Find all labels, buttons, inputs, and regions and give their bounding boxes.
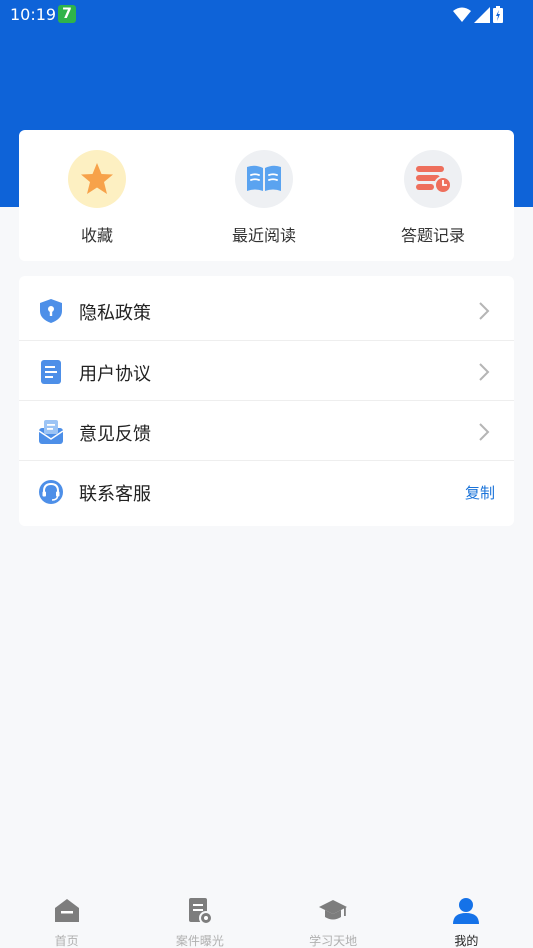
answer-records-label: 答题记录 [400,226,465,245]
menu-item-customer-service[interactable]: 联系客服 复制 [19,460,514,520]
bottom-tab-bar: 首页 案件曝光 学习天地 我的 [0,888,533,948]
tab-label: 首页 [54,934,79,948]
quick-actions-card: 收藏 最近阅读 答题记录 [19,130,514,261]
tab-study-world[interactable]: 学习天地 [267,888,400,948]
signal-icon [474,6,490,23]
tab-case-exposure[interactable]: 案件曝光 [133,888,266,948]
record-clock-icon [416,166,452,194]
chevron-right-icon [479,302,490,320]
menu-item-label: 隐私政策 [79,303,151,324]
battery-icon [493,6,503,23]
settings-menu-card: 隐私政策 用户协议 意见反馈 联系客服 复制 [19,276,514,526]
chevron-right-icon [479,423,490,441]
recent-reading-button[interactable]: 最近阅读 [204,150,324,246]
favorites-icon-bg [68,150,126,208]
wifi-icon [453,7,471,22]
copy-contact-button[interactable]: 复制 [465,482,495,503]
graduation-cap-icon [319,900,348,920]
favorites-button[interactable]: 收藏 [37,150,157,246]
answer-records-icon-bg [404,150,462,208]
case-exposure-icon [188,898,213,925]
home-icon [54,899,79,922]
menu-item-label: 意见反馈 [79,424,151,445]
menu-item-feedback[interactable]: 意见反馈 [19,400,514,460]
chevron-right-icon [479,363,490,381]
feedback-mail-icon [38,420,64,444]
menu-item-privacy-policy[interactable]: 隐私政策 [19,280,514,340]
star-icon [81,163,113,194]
user-icon [453,898,480,924]
tab-label: 案件曝光 [175,934,224,948]
shield-icon [40,299,62,323]
status-time: 10:19 [10,5,57,24]
app-notification-badge: 7 [58,5,76,23]
tab-mine[interactable]: 我的 [400,888,533,948]
recent-reading-icon-bg [235,150,293,208]
recent-reading-label: 最近阅读 [231,226,296,245]
status-indicators [453,6,503,23]
menu-item-label: 联系客服 [79,484,151,505]
favorites-label: 收藏 [80,226,113,245]
tab-label: 我的 [454,934,479,948]
status-bar: 10:19 7 [0,0,533,30]
open-book-icon [247,165,281,191]
answer-records-button[interactable]: 答题记录 [373,150,493,246]
document-icon [41,360,61,384]
menu-item-label: 用户协议 [79,364,151,385]
menu-item-user-agreement[interactable]: 用户协议 [19,340,514,400]
headset-icon [39,480,63,504]
tab-label: 学习天地 [309,934,358,948]
tab-home[interactable]: 首页 [0,888,133,948]
